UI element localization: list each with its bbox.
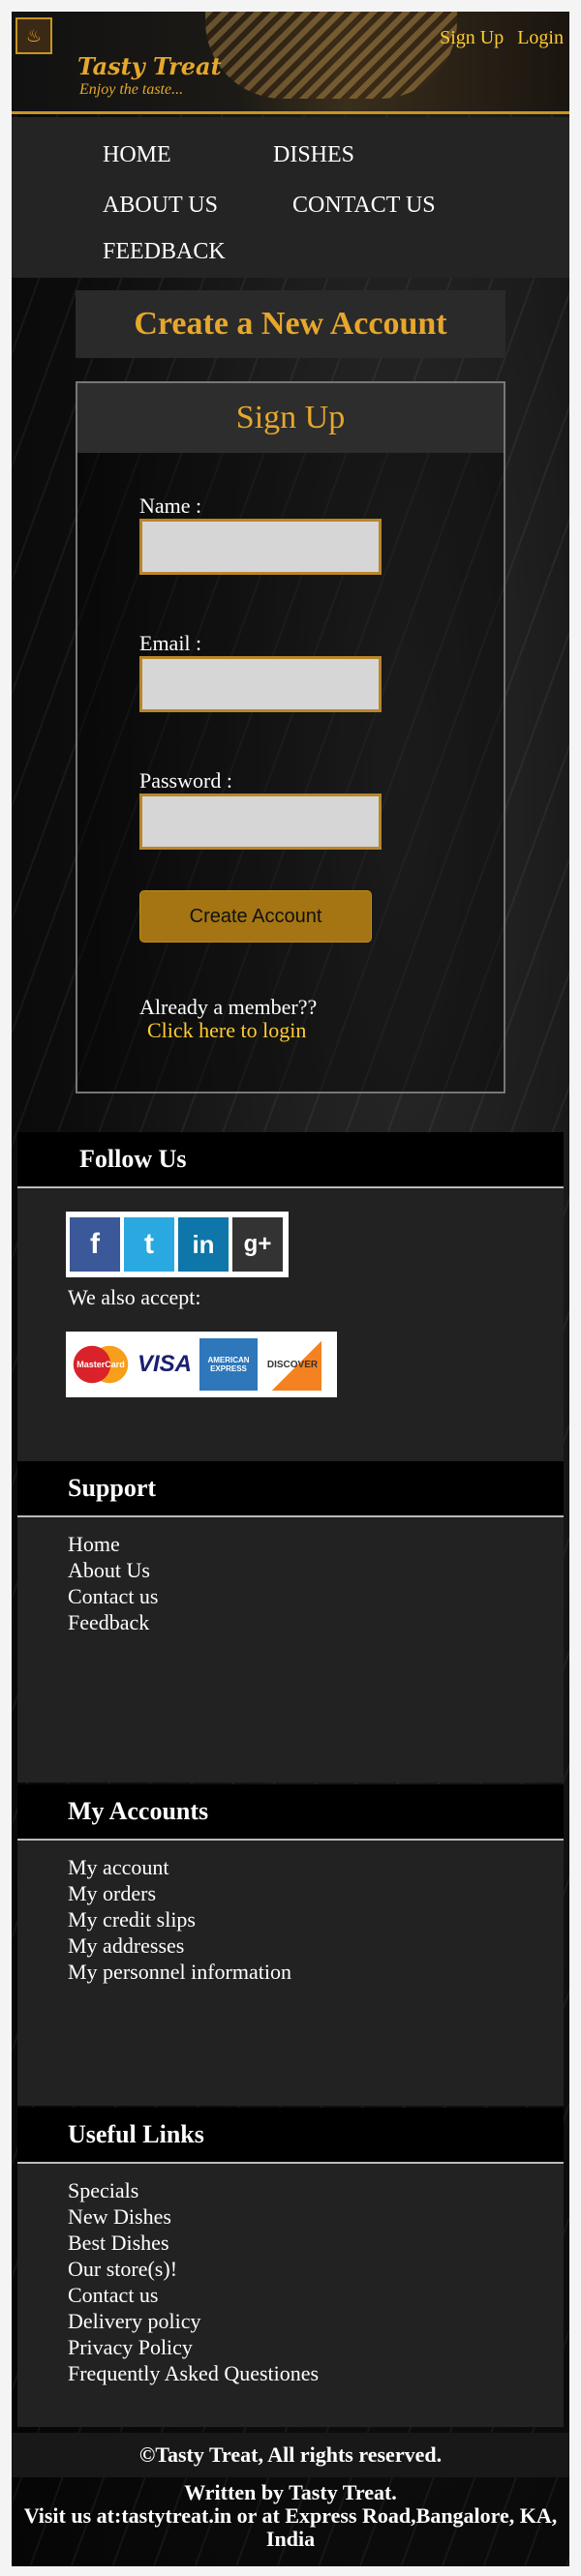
accounts-item-personal-info[interactable]: My personnel information xyxy=(68,1959,564,1985)
accounts-item-account[interactable]: My account xyxy=(68,1854,564,1880)
linkedin-icon[interactable]: in xyxy=(178,1217,229,1272)
useful-item-faq[interactable]: Frequently Asked Questiones xyxy=(68,2360,564,2386)
accept-text: We also accept: xyxy=(68,1285,201,1309)
twitter-icon[interactable]: t xyxy=(124,1217,174,1272)
site-header: ♨ Tasty Treat Enjoy the taste... Sign Up… xyxy=(12,12,569,114)
name-field[interactable] xyxy=(139,519,382,575)
support-panel: Support Home About Us Contact us Feedbac… xyxy=(17,1461,564,1782)
page-frame: ♨ Tasty Treat Enjoy the taste... Sign Up… xyxy=(12,12,569,2566)
form-header: Sign Up xyxy=(77,383,504,453)
social-icons: f t in g+ xyxy=(66,1212,289,1277)
copyright-text: ©Tasty Treat, All rights reserved. xyxy=(12,2433,569,2477)
accounts-panel: My Accounts My account My orders My cred… xyxy=(17,1784,564,2106)
written-by-text: Written by Tasty Treat. xyxy=(184,2480,397,2504)
follow-heading: Follow Us xyxy=(79,1145,187,1173)
discover-icon: DISCOVER xyxy=(263,1338,321,1391)
email-field[interactable] xyxy=(139,656,382,712)
nav-about[interactable]: ABOUT US xyxy=(103,193,218,219)
auth-links: Sign Up Login xyxy=(440,27,564,49)
support-item-feedback[interactable]: Feedback xyxy=(68,1609,564,1635)
useful-item-specials[interactable]: Specials xyxy=(68,2177,564,2203)
form-heading: Sign Up xyxy=(235,400,346,435)
mastercard-icon: MasterCard xyxy=(72,1338,130,1391)
useful-list: Specials New Dishes Best Dishes Our stor… xyxy=(17,2164,564,2386)
main-nav: HOME DISHES ABOUT US CONTACT US FEEDBACK xyxy=(12,117,569,278)
support-item-home[interactable]: Home xyxy=(68,1531,564,1557)
useful-item-stores[interactable]: Our store(s)! xyxy=(68,2256,564,2282)
nav-dishes[interactable]: DISHES xyxy=(273,142,354,168)
support-heading: Support xyxy=(68,1474,157,1502)
name-label: Name : xyxy=(139,494,202,518)
useful-header: Useful Links xyxy=(17,2108,564,2164)
brand-tagline: Enjoy the taste... xyxy=(79,81,184,98)
follow-panel: Follow Us f t in g+ We also accept: Mast… xyxy=(17,1132,564,1461)
amex-icon: AMERICAN EXPRESS xyxy=(199,1338,258,1391)
already-member-text: Already a member?? xyxy=(139,995,318,1019)
facebook-icon[interactable]: f xyxy=(70,1217,120,1272)
useful-item-privacy[interactable]: Privacy Policy xyxy=(68,2334,564,2360)
google-plus-icon[interactable]: g+ xyxy=(232,1217,283,1272)
visit-us-text: Visit us at:tastytreat.in or at Express … xyxy=(23,2503,558,2551)
accounts-list: My account My orders My credit slips My … xyxy=(17,1841,564,1985)
signup-link[interactable]: Sign Up xyxy=(440,27,504,49)
follow-header: Follow Us xyxy=(17,1132,564,1188)
useful-item-contact[interactable]: Contact us xyxy=(68,2282,564,2308)
logo-icon[interactable]: ♨ xyxy=(15,17,52,54)
useful-item-delivery[interactable]: Delivery policy xyxy=(68,2308,564,2334)
visa-icon: VISA xyxy=(137,1351,192,1377)
accounts-item-credit-slips[interactable]: My credit slips xyxy=(68,1906,564,1932)
support-list: Home About Us Contact us Feedback xyxy=(17,1517,564,1635)
login-link[interactable]: Login xyxy=(517,27,564,49)
page-title-box: Create a New Account xyxy=(76,290,505,358)
accounts-heading: My Accounts xyxy=(68,1797,209,1825)
useful-links-panel: Useful Links Specials New Dishes Best Di… xyxy=(17,2108,564,2427)
create-account-button[interactable]: Create Account xyxy=(139,890,372,943)
email-label: Email : xyxy=(139,631,202,655)
signup-form: Sign Up Name : Email : Password : Create… xyxy=(76,381,505,1093)
click-to-login-link[interactable]: Click here to login xyxy=(147,1018,306,1043)
brand-name: Tasty Treat xyxy=(77,52,222,80)
accounts-item-orders[interactable]: My orders xyxy=(68,1880,564,1906)
useful-item-new-dishes[interactable]: New Dishes xyxy=(68,2203,564,2230)
header-food-image xyxy=(205,12,457,99)
nav-contact[interactable]: CONTACT US xyxy=(292,193,436,219)
footer-info: Written by Tasty Treat. Visit us at:tast… xyxy=(12,2481,569,2551)
password-field[interactable] xyxy=(139,794,382,850)
accounts-item-addresses[interactable]: My addresses xyxy=(68,1932,564,1959)
nav-home[interactable]: HOME xyxy=(103,142,171,168)
support-item-contact[interactable]: Contact us xyxy=(68,1583,564,1609)
payment-cards: MasterCard VISA AMERICAN EXPRESS DISCOVE… xyxy=(66,1332,337,1397)
useful-heading: Useful Links xyxy=(68,2120,204,2148)
accounts-header: My Accounts xyxy=(17,1784,564,1841)
support-item-about[interactable]: About Us xyxy=(68,1557,564,1583)
useful-item-best-dishes[interactable]: Best Dishes xyxy=(68,2230,564,2256)
page-title: Create a New Account xyxy=(134,306,447,342)
nav-feedback[interactable]: FEEDBACK xyxy=(103,239,226,265)
password-label: Password : xyxy=(139,768,232,793)
support-header: Support xyxy=(17,1461,564,1517)
